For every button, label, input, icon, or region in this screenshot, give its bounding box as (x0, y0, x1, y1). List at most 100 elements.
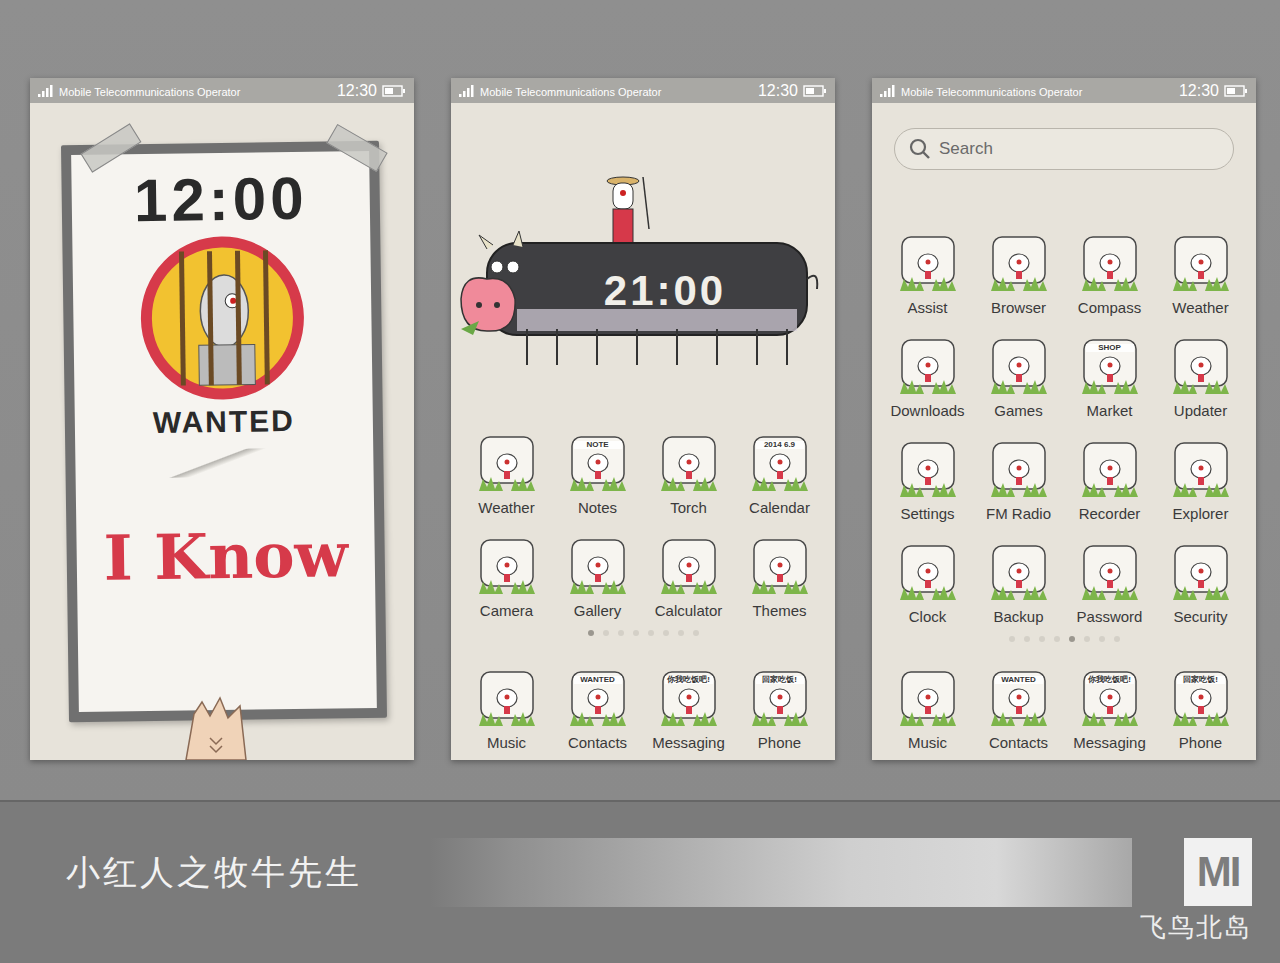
app-icon-button[interactable]: Settings (882, 441, 973, 523)
signal-icon (459, 85, 475, 97)
app-icon-button[interactable]: Camera (461, 538, 552, 620)
app-tile (1080, 544, 1140, 602)
cartoon-icon (1080, 441, 1140, 499)
app-icon-button[interactable]: 2014 6.9 Calendar (734, 435, 825, 517)
app-icon-button[interactable]: Security (1155, 544, 1246, 626)
cartoon-icon (898, 338, 958, 396)
app-icon-button[interactable]: FM Radio (973, 441, 1064, 523)
app-label: Torch (670, 499, 707, 517)
app-tile (989, 441, 1049, 499)
app-icon-button[interactable]: Explorer (1155, 441, 1246, 523)
app-icon-button[interactable]: Music (461, 670, 552, 752)
page-dot[interactable] (678, 630, 684, 636)
app-icon-button[interactable]: Clock (882, 544, 973, 626)
page-dot[interactable] (1114, 636, 1120, 642)
app-tile: 2014 6.9 (750, 435, 810, 493)
lock-body[interactable]: 12:00WANTEDI Know (30, 103, 414, 760)
page-dot[interactable] (693, 630, 699, 636)
page-dot[interactable] (1084, 636, 1090, 642)
app-icon-button[interactable]: Updater (1155, 338, 1246, 420)
app-icon-button[interactable]: 回家吃饭! Phone (734, 670, 825, 752)
page-dot[interactable] (663, 630, 669, 636)
page-dot[interactable] (1069, 636, 1075, 642)
page-dot[interactable] (603, 630, 609, 636)
search-field[interactable]: Search (894, 128, 1234, 170)
app-icon-button[interactable]: WANTEDContacts (552, 670, 643, 752)
app-tile (1171, 441, 1231, 499)
page-dot[interactable] (1009, 636, 1015, 642)
battery-icon (1224, 85, 1248, 97)
app-drawer: Mobile Telecommunications Operator12:30 S… (872, 78, 1256, 760)
icon-caption: WANTED (574, 676, 622, 684)
app-label: Camera (480, 602, 533, 620)
home-content: WeatherNOTENotes Torch 2014 6.9 Calendar Cam… (451, 435, 835, 760)
page-dot[interactable] (1054, 636, 1060, 642)
cartoon-icon (477, 538, 537, 596)
app-icon-button[interactable]: Music (882, 670, 973, 752)
app-icon-button[interactable]: Backup (973, 544, 1064, 626)
app-icon-button[interactable]: Downloads (882, 338, 973, 420)
app-icon-button[interactable]: Calculator (643, 538, 734, 620)
status-bar: Mobile Telecommunications Operator12:30 (872, 78, 1256, 103)
cartoon-icon (1080, 544, 1140, 602)
hand-icon[interactable] (176, 694, 256, 760)
app-label: Settings (900, 505, 954, 523)
app-tile (1171, 544, 1231, 602)
page-dot[interactable] (648, 630, 654, 636)
app-icon-button[interactable]: Torch (643, 435, 734, 517)
wanted-poster: 12:00WANTEDI Know (61, 141, 387, 722)
app-label: Contacts (989, 734, 1048, 752)
app-label: Recorder (1079, 505, 1141, 523)
page-indicator (878, 636, 1250, 644)
app-icon-button[interactable]: Password (1064, 544, 1155, 626)
page-dot[interactable] (1024, 636, 1030, 642)
page-dot[interactable] (588, 630, 594, 636)
showcase: Mobile Telecommunications Operator12:30 1… (0, 0, 1280, 963)
app-label: Market (1087, 402, 1133, 420)
cartoon-icon (477, 435, 537, 493)
clock-widget: 21:00 (451, 103, 835, 435)
app-icon-button[interactable]: 回家吃饭! Phone (1155, 670, 1246, 752)
app-label: Phone (758, 734, 801, 752)
app-icon-button[interactable]: Browser (973, 235, 1064, 317)
app-icon-button[interactable]: Weather (1155, 235, 1246, 317)
app-icon-button[interactable]: SHOPMarket (1064, 338, 1155, 420)
drawer-content: Assist Browser Compass Weather DownloadsGame… (872, 170, 1256, 760)
search-placeholder: Search (939, 139, 993, 159)
page-dot[interactable] (1099, 636, 1105, 642)
app-tile (1171, 235, 1231, 293)
app-icon-button[interactable]: Compass (1064, 235, 1155, 317)
app-icon-button[interactable]: WANTEDContacts (973, 670, 1064, 752)
page-dot[interactable] (618, 630, 624, 636)
app-icon-button[interactable]: Games (973, 338, 1064, 420)
app-label: Gallery (574, 602, 622, 620)
cartoon-icon (898, 235, 958, 293)
app-label: Security (1173, 608, 1227, 626)
app-icon-button[interactable]: 你我吃饭吧!Messaging (643, 670, 734, 752)
cartoon-icon (989, 441, 1049, 499)
app-icon-button[interactable]: 你我吃饭吧!Messaging (1064, 670, 1155, 752)
app-icon-button[interactable]: Gallery (552, 538, 643, 620)
status-time: 12:30 (758, 82, 798, 100)
brand: MI飞鸟北岛 (1140, 838, 1252, 945)
app-tile: 回家吃饭! (1171, 670, 1231, 728)
app-tile (898, 544, 958, 602)
page-dot[interactable] (633, 630, 639, 636)
app-label: Assist (907, 299, 947, 317)
cartoon-icon (989, 235, 1049, 293)
app-icon-button[interactable]: Weather (461, 435, 552, 517)
page-dot[interactable] (1039, 636, 1045, 642)
app-icon-button[interactable]: Assist (882, 235, 973, 317)
app-icon-button[interactable]: NOTENotes (552, 435, 643, 517)
app-tile (477, 670, 537, 728)
battery-icon (803, 85, 827, 97)
app-label: Compass (1078, 299, 1141, 317)
icon-caption: 回家吃饭! (756, 676, 804, 684)
app-label: Phone (1179, 734, 1222, 752)
app-icon-button[interactable]: Recorder (1064, 441, 1155, 523)
app-label: Calendar (749, 499, 810, 517)
app-icon-button[interactable]: Themes (734, 538, 825, 620)
app-tile: 你我吃饭吧! (659, 670, 719, 728)
cartoon-icon (1171, 441, 1231, 499)
app-label: Music (487, 734, 526, 752)
